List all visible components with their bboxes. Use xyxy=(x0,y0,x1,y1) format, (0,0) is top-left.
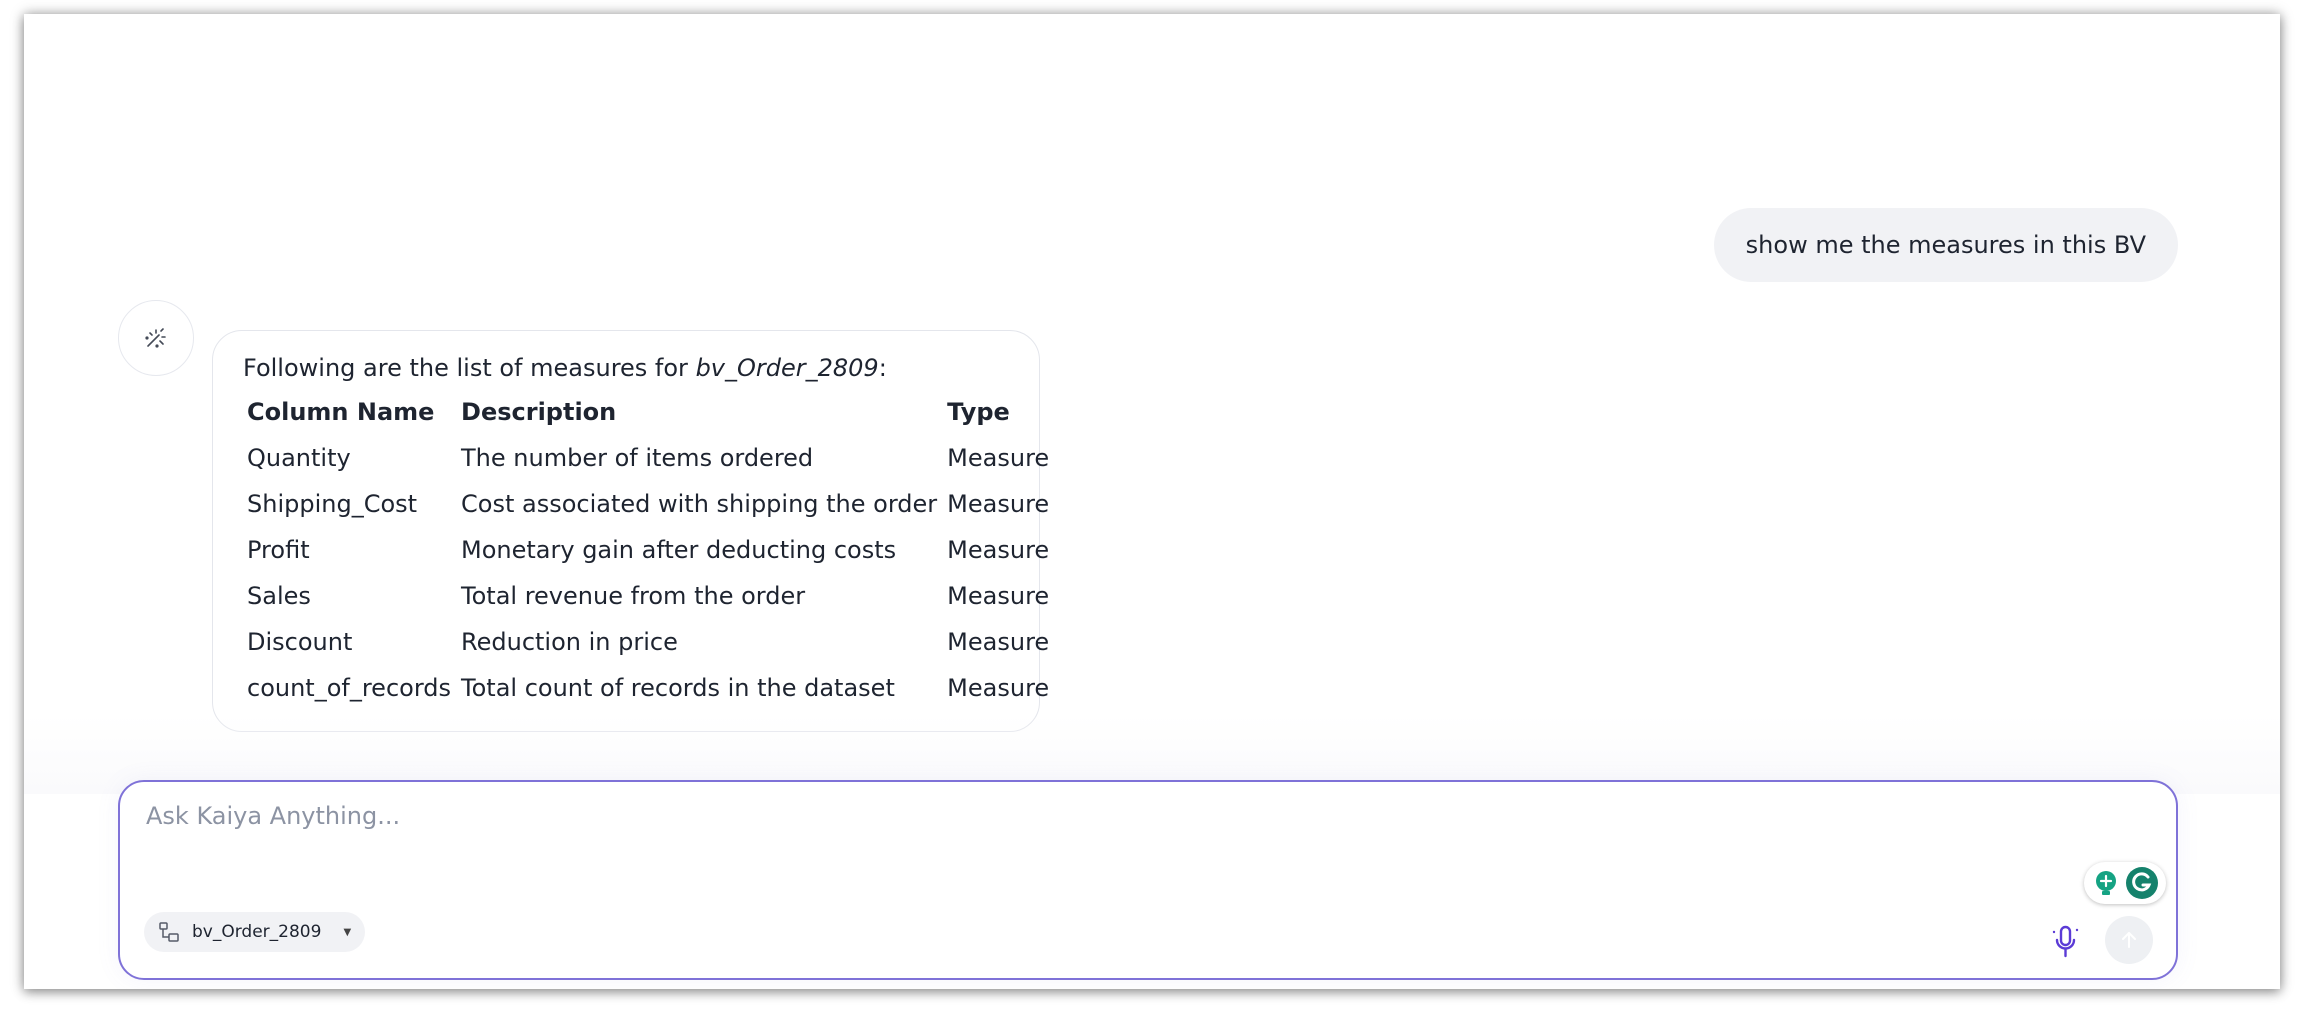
table-header-row: Column Name Description Type xyxy=(243,389,1055,435)
user-message-bubble: show me the measures in this BV xyxy=(1713,208,2178,282)
assistant-answer-card: Following are the list of measures for b… xyxy=(212,330,1049,732)
measures-table: Column Name Description Type Quantity Th… xyxy=(243,389,1055,711)
cell-description: Total count of records in the dataset xyxy=(461,674,895,702)
kaiya-avatar xyxy=(118,300,194,376)
cell-description: Total revenue from the order xyxy=(461,582,806,610)
cell-description: Cost associated with shipping the order xyxy=(461,490,938,518)
chat-window: show me the measures in this BV Followin… xyxy=(24,14,2280,989)
lightbulb-plus-icon[interactable] xyxy=(2091,868,2121,898)
table-row: Shipping_Cost Cost associated with shipp… xyxy=(243,481,1055,527)
cell-type: Measure xyxy=(947,490,1050,518)
cell-type: Measure xyxy=(947,674,1050,702)
cell-column-name: Sales xyxy=(247,582,311,610)
cell-description: Monetary gain after deducting costs xyxy=(461,536,897,564)
data-source-label: bv_Order_2809 xyxy=(192,922,322,942)
user-message-text: show me the measures in this BV xyxy=(1745,231,2146,259)
caret-down-icon: ▼ xyxy=(343,926,352,938)
voice-input-button[interactable] xyxy=(2048,922,2084,962)
data-source-selector[interactable]: bv_Order_2809 ▼ xyxy=(144,912,366,952)
ask-kaiya-input[interactable] xyxy=(144,800,1848,864)
table-row: Discount Reduction in price Measure xyxy=(243,619,1055,665)
answer-intro-suffix: : xyxy=(878,354,887,382)
cell-type: Measure xyxy=(947,628,1050,656)
microphone-icon xyxy=(2052,925,2079,958)
cell-column-name: Shipping_Cost xyxy=(247,490,418,518)
column-header-description: Description xyxy=(461,398,617,426)
table-row: count_of_records Total count of records … xyxy=(243,665,1055,711)
cell-type: Measure xyxy=(947,536,1050,564)
grammarly-icon[interactable] xyxy=(2125,866,2159,900)
cell-type: Measure xyxy=(947,444,1050,472)
column-header-name: Column Name xyxy=(247,398,435,426)
table-row: Sales Total revenue from the order Measu… xyxy=(243,573,1055,619)
magic-wand-icon xyxy=(145,328,166,348)
cell-type: Measure xyxy=(947,582,1050,610)
cell-description: The number of items ordered xyxy=(461,444,814,472)
worksheet-icon xyxy=(159,922,179,942)
cell-column-name: Profit xyxy=(247,536,310,564)
column-header-type: Type xyxy=(947,398,1010,426)
answer-intro: Following are the list of measures for b… xyxy=(243,351,1009,385)
answer-intro-bv: bv_Order_2809 xyxy=(695,354,879,382)
extension-badges[interactable] xyxy=(2084,862,2166,904)
cell-description: Reduction in price xyxy=(461,628,678,656)
arrow-up-icon xyxy=(2122,932,2136,948)
answer-intro-prefix: Following are the list of measures for xyxy=(243,354,696,382)
cell-column-name: Discount xyxy=(247,628,353,656)
table-row: Profit Monetary gain after deducting cos… xyxy=(243,527,1055,573)
cell-column-name: Quantity xyxy=(247,444,351,472)
table-row: Quantity The number of items ordered Mea… xyxy=(243,435,1055,481)
cell-column-name: count_of_records xyxy=(247,674,452,702)
send-button[interactable] xyxy=(2105,916,2153,964)
chat-composer: bv_Order_2809 ▼ xyxy=(118,780,2178,980)
